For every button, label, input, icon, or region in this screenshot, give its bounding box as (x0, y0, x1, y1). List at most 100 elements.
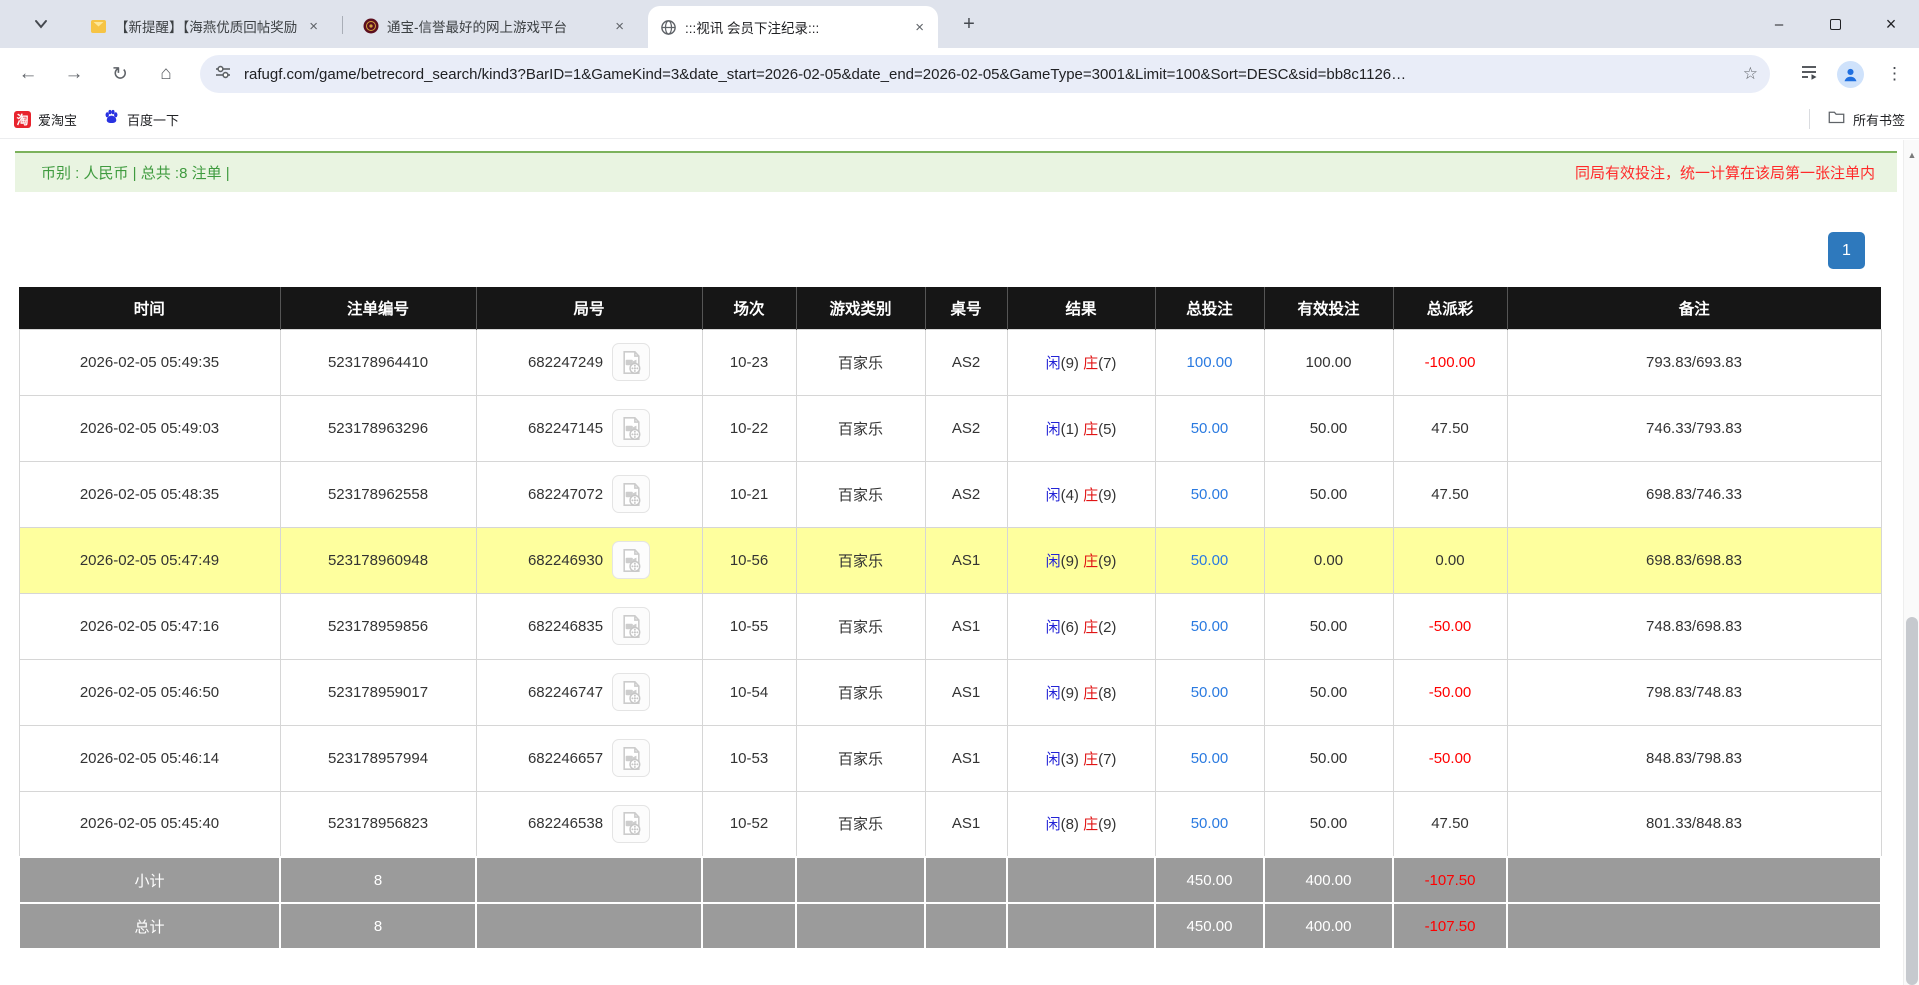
scroll-up-arrow-icon[interactable]: ▲ (1904, 150, 1919, 160)
cell-time: 2026-02-05 05:45:40 (18, 790, 281, 858)
footer-empty-cell (701, 856, 797, 904)
tab-bet-record[interactable]: :::视讯 会员下注纪录::: × (648, 6, 938, 48)
bookmark-aitaobao[interactable]: 淘 爱淘宝 (14, 110, 77, 129)
media-controls-icon[interactable] (1799, 62, 1819, 87)
cell-time: 2026-02-05 05:47:49 (18, 526, 281, 594)
footer-empty-cell (475, 856, 703, 904)
cell-table: AS2 (924, 394, 1008, 462)
cell-table: AS2 (924, 460, 1008, 528)
cell-time: 2026-02-05 05:46:50 (18, 658, 281, 726)
round-number: 682246657 (527, 749, 604, 767)
col-result: 结果 (1006, 287, 1155, 329)
cell-payout: -100.00 (1392, 328, 1508, 396)
subtotal-label: 小计 (18, 856, 281, 904)
all-bookmarks[interactable]: 所有书签 (1808, 109, 1905, 129)
tab-title: 通宝-信誉最好的网上游戏平台 (387, 20, 567, 35)
tab-close-icon[interactable]: × (611, 18, 628, 35)
round-video-button[interactable] (612, 607, 651, 645)
subtotal-row: 小计 8 450.00 400.00 -107.50 (18, 856, 1882, 904)
round-video-button[interactable] (612, 343, 651, 381)
cell-session: 10-55 (701, 592, 797, 660)
url-text[interactable]: rafugf.com/game/betrecord_search/kind3?B… (244, 66, 1733, 83)
cell-remark: 848.83/798.83 (1506, 724, 1882, 792)
scrollbar-thumb[interactable] (1906, 617, 1918, 985)
round-video-button[interactable] (612, 541, 651, 579)
cell-bet-id: 523178960948 (279, 526, 477, 594)
video-replay-icon (622, 812, 640, 836)
tune-icon[interactable] (214, 63, 232, 86)
col-bet-id: 注单编号 (279, 287, 476, 329)
reload-icon[interactable]: ↻ (102, 56, 138, 92)
tab-search-chevron-icon[interactable] (32, 15, 50, 33)
cell-valid-bet: 50.00 (1263, 460, 1394, 528)
restore-icon (1829, 18, 1841, 30)
cell-valid-bet: 50.00 (1263, 790, 1394, 858)
bet-row: 2026-02-05 05:47:16 523178959856 682246835… (18, 592, 1882, 660)
browser-menu-icon[interactable]: ⋮ (1882, 64, 1907, 84)
cell-bet-id: 523178963296 (279, 394, 477, 462)
subtotal-count: 8 (279, 856, 477, 904)
bet-row: 2026-02-05 05:49:35 523178964410 682247249… (18, 328, 1882, 396)
close-window-button[interactable]: × (1863, 0, 1919, 48)
round-video-button[interactable] (612, 739, 651, 777)
cell-payout: 47.50 (1392, 790, 1508, 858)
round-number: 682246538 (527, 815, 604, 833)
cell-payout: 47.50 (1392, 394, 1508, 462)
round-number: 682246747 (527, 683, 604, 701)
restore-button[interactable] (1807, 0, 1863, 48)
round-number: 682247072 (527, 485, 604, 503)
home-icon[interactable]: ⌂ (148, 56, 184, 92)
col-time: 时间 (19, 287, 280, 329)
cell-bet-id: 523178956823 (279, 790, 477, 858)
bet-row: 2026-02-05 05:46:50 523178959017 682246747… (18, 658, 1882, 726)
page-scrollbar[interactable]: ▲ (1903, 140, 1919, 985)
cell-payout: -50.00 (1392, 724, 1508, 792)
round-video-button[interactable] (612, 475, 651, 513)
forward-icon[interactable]: → (56, 56, 92, 92)
cell-round: 682247072 (475, 460, 703, 528)
tab-close-icon[interactable]: × (305, 18, 322, 35)
cell-table: AS1 (924, 658, 1008, 726)
currency-summary: 币别 : 人民币 | 总共 :8 注单 | (41, 165, 230, 182)
cell-table: AS1 (924, 724, 1008, 792)
cell-game-type: 百家乐 (795, 790, 926, 858)
baidu-paw-icon (103, 108, 120, 130)
page-content: 币别 : 人民币 | 总共 :8 注单 | 同局有效投注，统一计算在该局第一张注… (0, 140, 1903, 985)
cell-remark: 748.83/698.83 (1506, 592, 1882, 660)
cell-bet-id: 523178964410 (279, 328, 477, 396)
minimize-button[interactable]: – (1751, 0, 1807, 48)
cell-session: 10-23 (701, 328, 797, 396)
taobao-icon: 淘 (14, 110, 31, 128)
col-round: 局号 (475, 287, 702, 329)
bookmark-baidu[interactable]: 百度一下 (103, 108, 179, 130)
profile-avatar[interactable] (1837, 60, 1864, 88)
video-replay-icon (622, 548, 640, 572)
tab-close-icon[interactable]: × (911, 19, 928, 36)
tab-forum[interactable]: 【新提醒】【海燕优质回帖奖励 × (78, 9, 332, 43)
round-video-button[interactable] (612, 804, 651, 843)
page-number-button[interactable]: 1 (1828, 232, 1865, 269)
cell-table: AS1 (924, 592, 1008, 660)
cell-total-bet: 100.00 (1154, 328, 1265, 396)
footer-empty-cell (1506, 902, 1882, 950)
cell-table: AS2 (924, 328, 1008, 396)
cell-session: 10-21 (701, 460, 797, 528)
new-tab-button[interactable]: + (956, 12, 982, 38)
bookmark-star-icon[interactable]: ☆ (1743, 64, 1758, 84)
cell-round: 682247249 (475, 328, 703, 396)
cell-session: 10-53 (701, 724, 797, 792)
round-video-button[interactable] (612, 673, 651, 711)
footer-empty-cell (1006, 902, 1156, 950)
cell-session: 10-56 (701, 526, 797, 594)
cell-game-type: 百家乐 (795, 460, 926, 528)
cell-table: AS1 (924, 790, 1008, 858)
subtotal-total-bet: 450.00 (1154, 856, 1265, 904)
window-controls: – × (1751, 0, 1919, 48)
tab-tongbao[interactable]: 通宝-信誉最好的网上游戏平台 × (350, 9, 638, 43)
cell-session: 10-52 (701, 790, 797, 858)
back-icon[interactable]: ← (10, 56, 46, 92)
bet-row: 2026-02-05 05:48:35 523178962558 682247072… (18, 460, 1882, 528)
round-video-button[interactable] (612, 409, 651, 447)
address-bar[interactable]: rafugf.com/game/betrecord_search/kind3?B… (200, 55, 1770, 93)
cell-round: 682246538 (475, 790, 703, 858)
